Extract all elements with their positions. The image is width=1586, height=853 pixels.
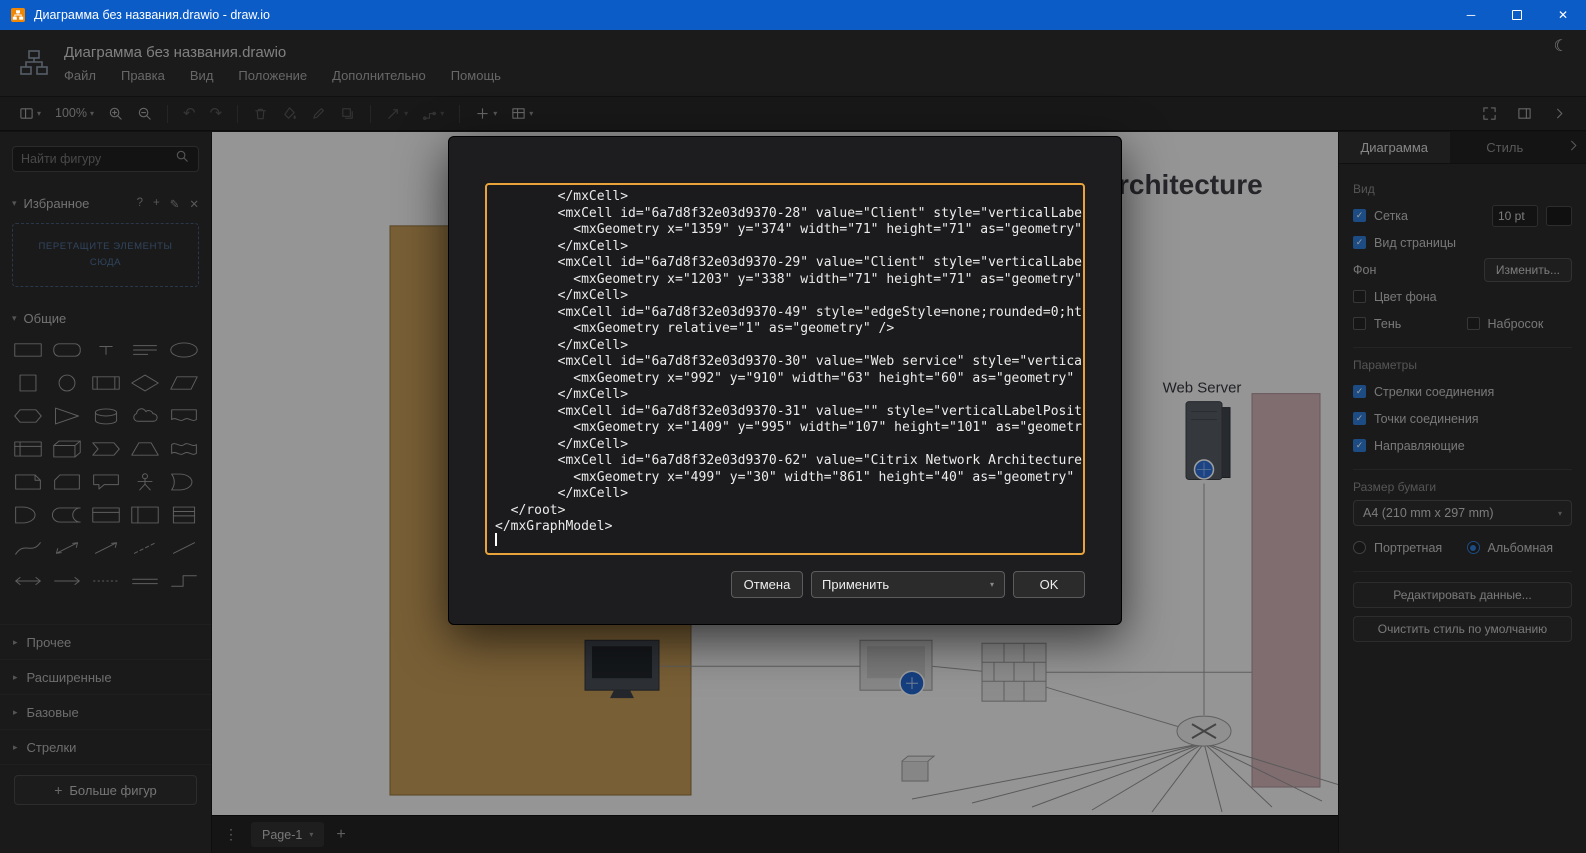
cancel-button[interactable]: Отмена	[731, 571, 803, 598]
titlebar: Диаграмма без названия.drawio - draw.io …	[0, 0, 1586, 30]
edit-diagram-dialog: </mxCell> <mxCell id="6a7d8f32e03d9370-2…	[448, 136, 1122, 625]
minimize-button[interactable]: ─	[1448, 0, 1494, 30]
apply-select[interactable]: Применить ▾	[811, 571, 1005, 598]
apply-label: Применить	[822, 577, 890, 592]
maximize-button[interactable]	[1494, 0, 1540, 30]
close-button[interactable]: ✕	[1540, 0, 1586, 30]
maximize-icon	[1512, 10, 1522, 20]
window-title: Диаграмма без названия.drawio - draw.io	[34, 8, 270, 22]
xml-editor[interactable]: </mxCell> <mxCell id="6a7d8f32e03d9370-2…	[485, 183, 1085, 555]
drawio-app-icon	[11, 8, 25, 22]
text-caret	[495, 533, 497, 546]
ok-button[interactable]: OK	[1013, 571, 1085, 598]
